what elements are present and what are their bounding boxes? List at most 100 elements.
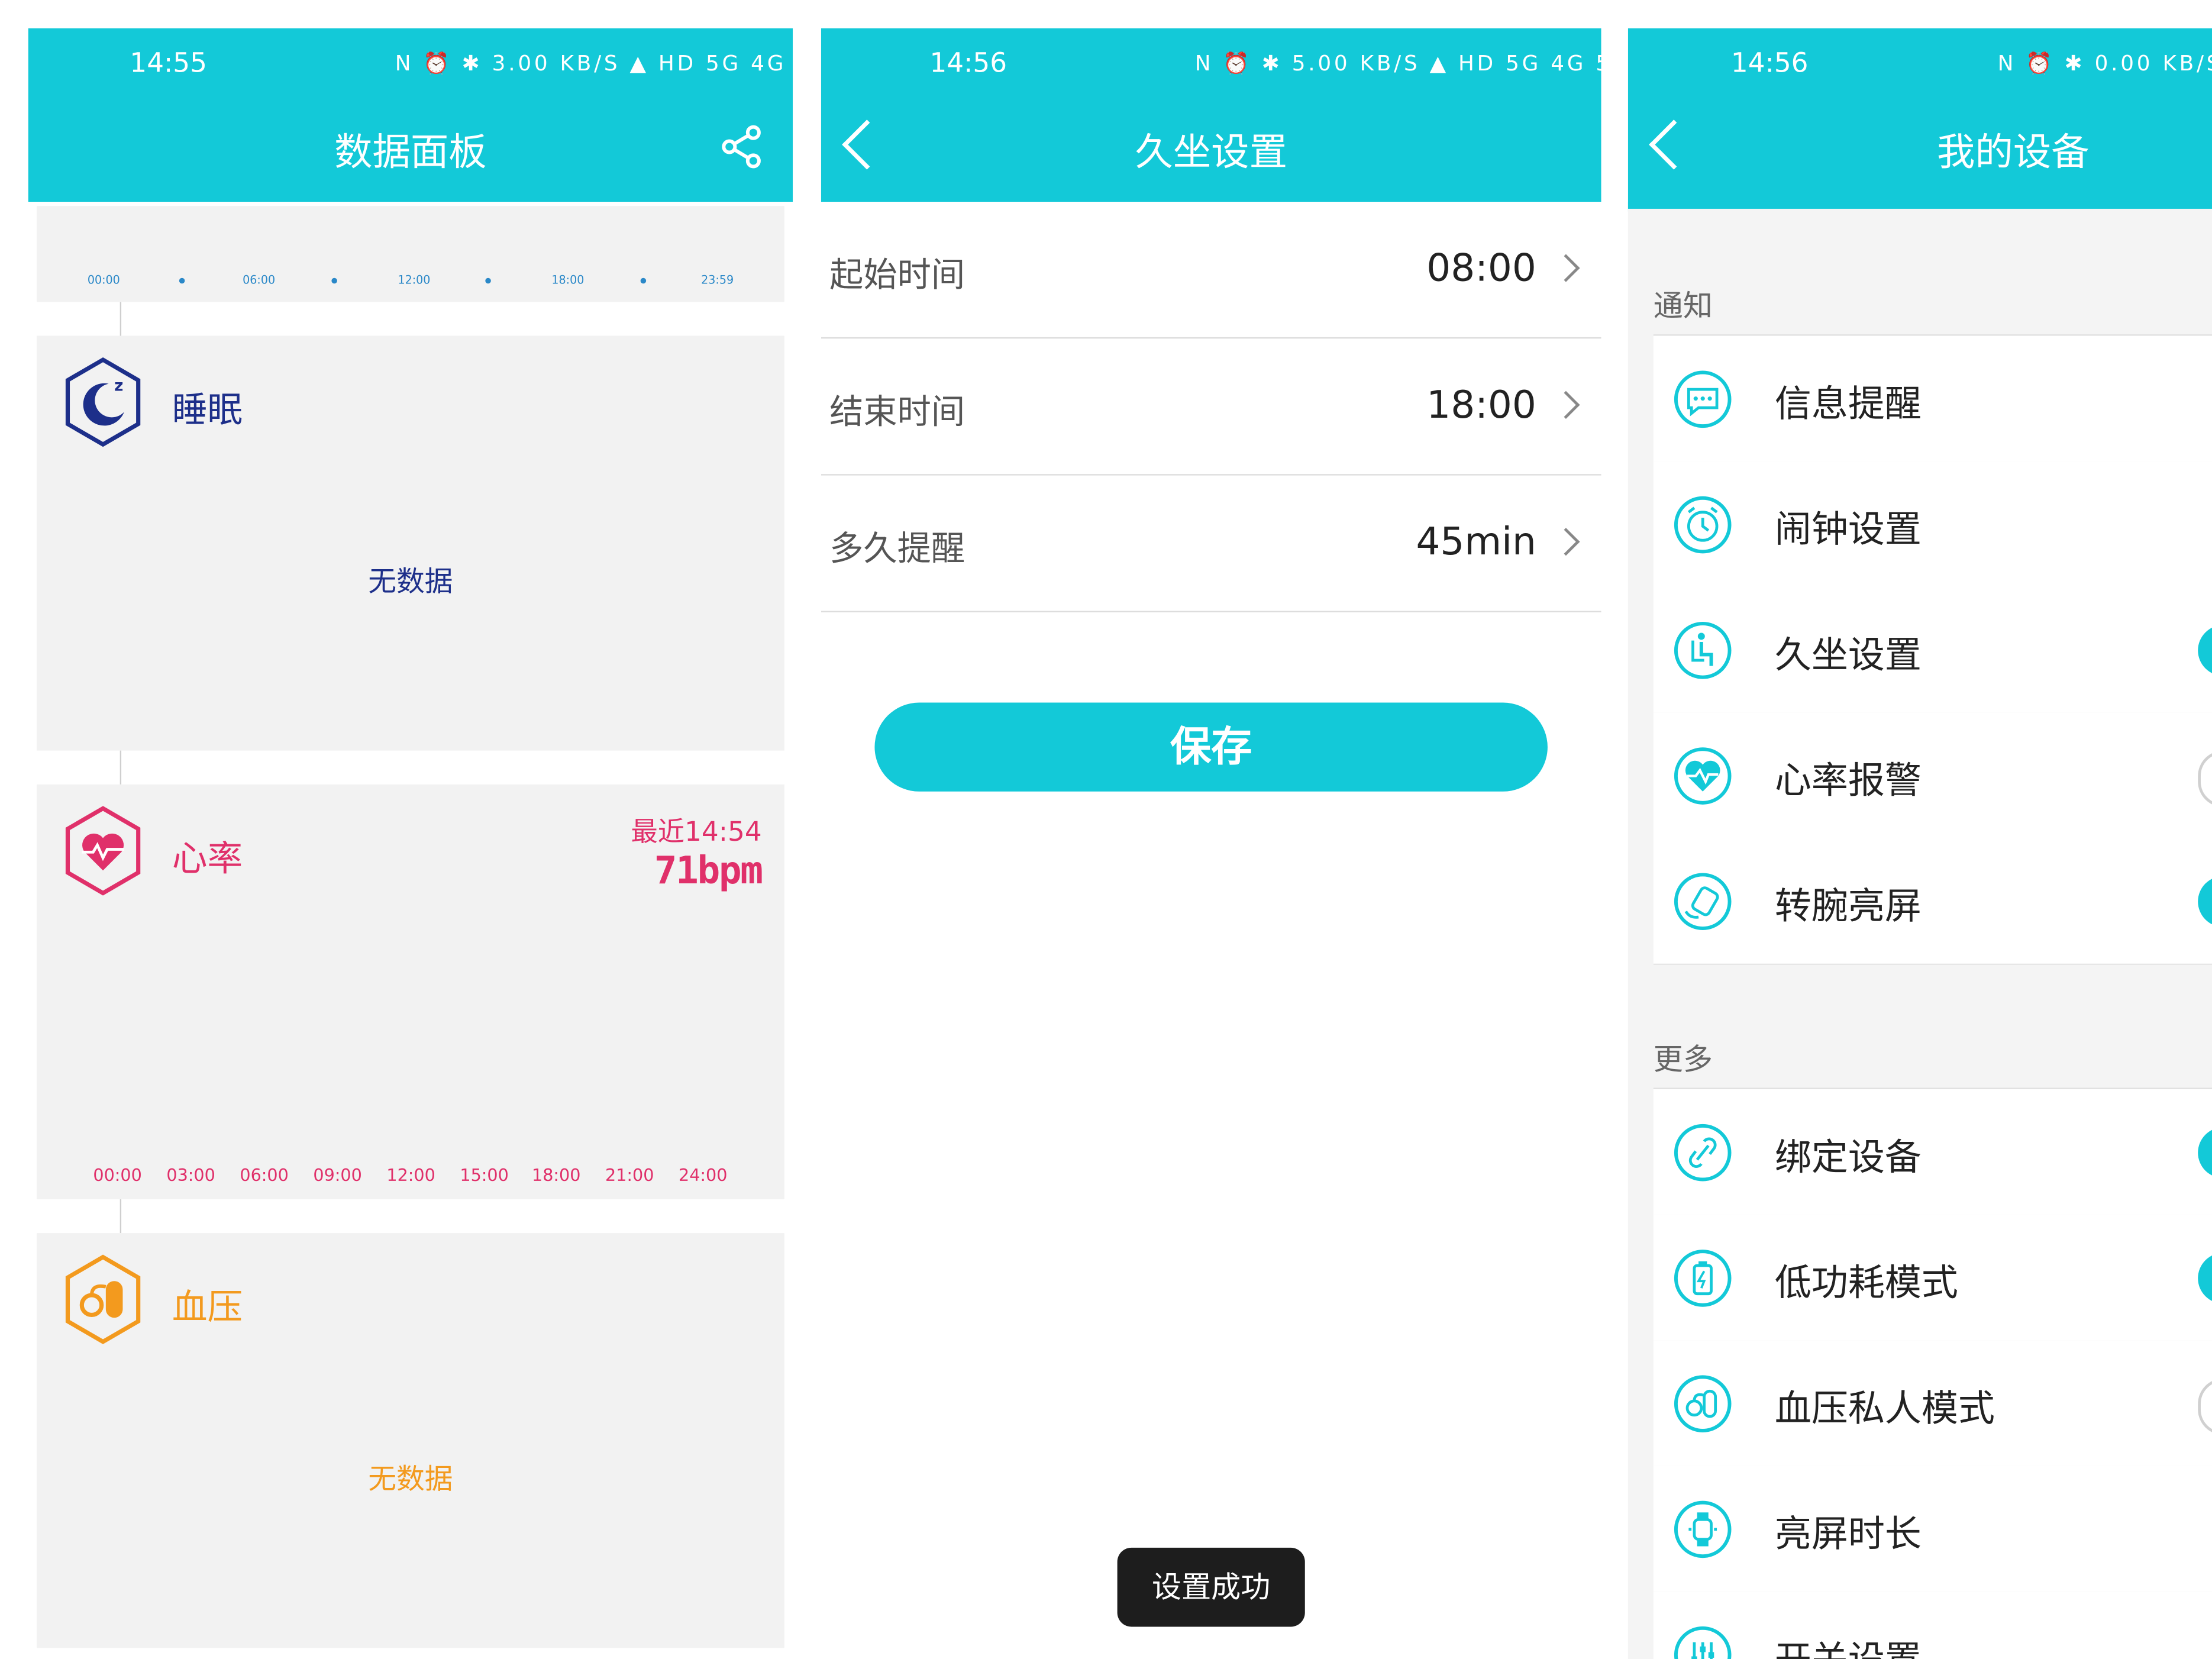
end-time-row[interactable]: 结束时间 18:00 bbox=[821, 338, 1601, 476]
blood-pressure-card[interactable]: 血压 无数据 bbox=[36, 1233, 784, 1648]
sleep-no-data: 无数据 bbox=[368, 564, 453, 599]
low-power-mode-label: 低功耗模式 bbox=[1774, 1263, 1958, 1305]
start-time-value: 08:00 bbox=[1426, 247, 1536, 291]
status-time: 14:55 bbox=[130, 48, 207, 79]
heart-rate-alarm-item[interactable]: 心率报警 bbox=[1653, 712, 2212, 840]
timeline-tick: 00:00 bbox=[87, 273, 120, 287]
header-underline bbox=[1627, 201, 2212, 209]
bind-device-label: 绑定设备 bbox=[1774, 1137, 1922, 1180]
share-icon[interactable] bbox=[719, 124, 764, 169]
app-header: 14:55 N ⏰ ✱ 3.00 KB/S ▲ HD 5G 4G 52 数据面板 bbox=[28, 28, 793, 202]
heart-rate-card[interactable]: 心率 最近14:54 71bpm 00:00 03:00 06:00 09:00… bbox=[36, 784, 784, 1199]
bp-private-mode-label: 血压私人模式 bbox=[1774, 1388, 1995, 1431]
timeline-tick: 12:00 bbox=[398, 273, 431, 287]
start-time-row[interactable]: 起始时间 08:00 bbox=[821, 202, 1601, 339]
heart-rate-x-tick: 09:00 bbox=[313, 1165, 362, 1186]
heart-rate-x-tick: 03:00 bbox=[166, 1165, 215, 1186]
section-notify-label: 通知 bbox=[1653, 289, 1713, 324]
bind-device-toggle[interactable] bbox=[2198, 1127, 2212, 1179]
heart-rate-x-tick: 24:00 bbox=[678, 1165, 728, 1186]
sedentary-toggle[interactable] bbox=[2198, 625, 2212, 676]
timeline-tick: 18:00 bbox=[551, 273, 585, 287]
sedentary-icon bbox=[1674, 622, 1732, 679]
reminder-interval-value: 45min bbox=[1416, 520, 1536, 564]
sedentary-settings-item[interactable]: 久坐设置 bbox=[1653, 586, 2212, 714]
alarm-icon bbox=[1674, 496, 1732, 554]
status-icons: N ⏰ ✱ 3.00 KB/S ▲ HD 5G 4G 52 bbox=[395, 50, 793, 76]
bp-private-mode-item[interactable]: 血压私人模式 bbox=[1653, 1340, 2212, 1467]
low-power-mode-toggle[interactable] bbox=[2198, 1253, 2212, 1304]
sleep-label: 睡眠 bbox=[172, 389, 243, 431]
data-dashboard-screen: 14:55 N ⏰ ✱ 3.00 KB/S ▲ HD 5G 4G 52 数据面板… bbox=[28, 28, 793, 1659]
heart-rate-alarm-toggle[interactable] bbox=[2198, 750, 2212, 807]
timeline-tick: 06:00 bbox=[243, 273, 276, 287]
bp-private-mode-toggle[interactable] bbox=[2198, 1378, 2212, 1435]
connector-line bbox=[120, 1199, 122, 1234]
reminder-interval-label: 多久提醒 bbox=[829, 529, 965, 569]
heart-rate-value: 71bpm bbox=[654, 849, 763, 893]
my-device-screen: 14:56 N ⏰ ✱ 0.00 KB/S ▲ HD 我的设备 通知 信息提醒 bbox=[1627, 28, 2212, 1659]
wrist-wake-toggle[interactable] bbox=[2198, 876, 2212, 927]
status-bar: 14:56 N ⏰ ✱ 5.00 KB/S ▲ HD 5G 4G 52 bbox=[821, 48, 1601, 85]
save-button[interactable]: 保存 bbox=[874, 702, 1548, 792]
wrist-icon bbox=[1674, 873, 1732, 931]
heart-rate-icon bbox=[65, 806, 141, 896]
chevron-right-icon bbox=[1552, 390, 1580, 419]
message-reminder-label: 信息提醒 bbox=[1774, 383, 1922, 427]
connector-line bbox=[120, 302, 122, 336]
bind-device-item[interactable]: 绑定设备 bbox=[1653, 1089, 2212, 1216]
heart-rate-x-tick: 18:00 bbox=[531, 1165, 581, 1186]
alarm-settings-item[interactable]: 闹钟设置 bbox=[1653, 461, 2212, 589]
heart-rate-x-tick: 21:00 bbox=[605, 1165, 654, 1186]
screenshot-canvas: 14:55 N ⏰ ✱ 3.00 KB/S ▲ HD 5G 4G 52 数据面板… bbox=[0, 0, 2212, 1659]
low-power-mode-item[interactable]: 低功耗模式 bbox=[1653, 1215, 2212, 1342]
start-time-label: 起始时间 bbox=[829, 255, 965, 295]
status-bar: 14:56 N ⏰ ✱ 0.00 KB/S ▲ HD bbox=[1628, 48, 2212, 85]
connector-line bbox=[120, 750, 122, 785]
wrist-wake-item[interactable]: 转腕亮屏 bbox=[1653, 838, 2212, 966]
heart-icon bbox=[1674, 747, 1732, 805]
status-icons: N ⏰ ✱ 5.00 KB/S ▲ HD 5G 4G 52 bbox=[1194, 50, 1601, 76]
end-time-label: 结束时间 bbox=[829, 392, 965, 432]
svg-text:z: z bbox=[114, 377, 123, 395]
step-timeline-card: 00:00 06:00 12:00 18:00 23:59 bbox=[36, 206, 784, 302]
wrist-wake-label: 转腕亮屏 bbox=[1774, 886, 1922, 929]
reminder-interval-row[interactable]: 多久提醒 45min bbox=[821, 476, 1601, 612]
alarm-settings-label: 闹钟设置 bbox=[1774, 509, 1922, 552]
switch-settings-item[interactable]: 开关设置 bbox=[1653, 1591, 2212, 1659]
sedentary-settings-screen: 14:56 N ⏰ ✱ 5.00 KB/S ▲ HD 5G 4G 52 久坐设置… bbox=[821, 28, 1601, 1659]
heart-rate-latest-time: 最近14:54 bbox=[631, 816, 762, 848]
end-time-value: 18:00 bbox=[1426, 383, 1536, 428]
app-header: 14:56 N ⏰ ✱ 0.00 KB/S ▲ HD 我的设备 bbox=[1627, 28, 2212, 212]
status-time: 14:56 bbox=[1730, 48, 1809, 79]
section-more-label: 更多 bbox=[1653, 1042, 1713, 1077]
status-icons: N ⏰ ✱ 0.00 KB/S ▲ HD bbox=[1997, 50, 2212, 76]
sedentary-settings-label: 久坐设置 bbox=[1774, 635, 1922, 677]
heart-rate-label: 心率 bbox=[172, 838, 243, 879]
bp-icon bbox=[1674, 1375, 1732, 1432]
heart-rate-x-tick: 06:00 bbox=[240, 1165, 289, 1186]
sleep-card[interactable]: z 睡眠 无数据 bbox=[36, 335, 784, 751]
blood-pressure-no-data: 无数据 bbox=[368, 1461, 453, 1496]
switch-settings-label: 开关设置 bbox=[1775, 1631, 1922, 1659]
success-toast: 设置成功 bbox=[1117, 1547, 1305, 1627]
page-title: 久坐设置 bbox=[1135, 131, 1287, 175]
heart-rate-x-tick: 12:00 bbox=[386, 1165, 435, 1186]
status-time: 14:56 bbox=[929, 48, 1007, 79]
screen-duration-label: 亮屏时长 bbox=[1774, 1513, 1922, 1557]
blood-pressure-label: 血压 bbox=[172, 1286, 243, 1328]
heart-rate-x-tick: 00:00 bbox=[93, 1165, 142, 1186]
chevron-right-icon bbox=[1552, 254, 1580, 282]
blood-pressure-icon bbox=[65, 1254, 141, 1344]
chevron-right-icon bbox=[1552, 528, 1580, 556]
message-reminder-item[interactable]: 信息提醒 bbox=[1653, 335, 2212, 463]
sleep-moon-icon: z bbox=[65, 357, 141, 447]
timeline-dot bbox=[485, 277, 491, 284]
app-header: 14:56 N ⏰ ✱ 5.00 KB/S ▲ HD 5G 4G 52 久坐设置 bbox=[821, 28, 1601, 202]
status-bar: 14:55 N ⏰ ✱ 3.00 KB/S ▲ HD 5G 4G 52 bbox=[28, 48, 793, 85]
timeline-dot bbox=[331, 277, 337, 284]
screen-duration-item[interactable]: 亮屏时长 bbox=[1653, 1466, 2212, 1593]
timeline-dot bbox=[179, 277, 185, 284]
heart-rate-alarm-label: 心率报警 bbox=[1774, 760, 1922, 803]
back-arrow-icon[interactable] bbox=[1649, 120, 1699, 170]
